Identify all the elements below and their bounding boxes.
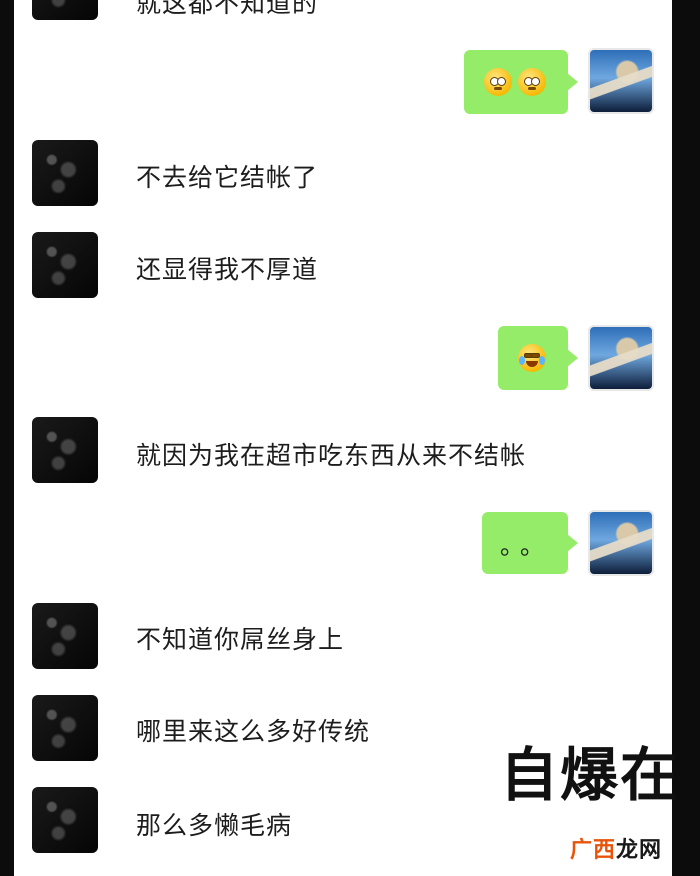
message-text: 。。: [500, 532, 552, 560]
contact-avatar[interactable]: [32, 695, 98, 761]
left-dark-border: [0, 0, 14, 876]
my-avatar[interactable]: [588, 48, 654, 114]
pleading-face-icon: [484, 68, 512, 96]
my-avatar[interactable]: [588, 325, 654, 391]
message-text: 就因为我在超市吃东西从来不结帐: [136, 441, 527, 470]
pleading-face-icon: [518, 68, 546, 96]
my-message-bubble[interactable]: [464, 50, 578, 114]
contact-avatar[interactable]: [32, 787, 98, 853]
message-text: 还显得我不厚道: [136, 255, 319, 284]
watermark-logo: 广西龙网: [570, 832, 662, 864]
laughing-tears-icon: [518, 344, 546, 372]
message-text: 不知道你屌丝身上: [136, 625, 345, 654]
contact-avatar[interactable]: [32, 603, 98, 669]
watermark-part2: 龙网: [616, 838, 663, 863]
contact-avatar[interactable]: [32, 232, 98, 298]
contact-avatar[interactable]: [32, 417, 98, 483]
my-message-bubble[interactable]: [498, 326, 578, 390]
message-text: 那么多懒毛病: [136, 811, 293, 840]
my-message-bubble[interactable]: 。。: [482, 512, 578, 574]
watermark-part1: 广西: [570, 838, 617, 863]
my-avatar[interactable]: [588, 510, 654, 576]
contact-avatar[interactable]: [32, 0, 98, 20]
contact-avatar[interactable]: [32, 140, 98, 206]
message-text-cut: 就这都不知道的: [136, 0, 319, 18]
message-text: 哪里来这么多好传统: [136, 717, 371, 746]
message-text: 不去给它结帐了: [136, 163, 319, 192]
video-caption: 自爆在: [500, 741, 681, 809]
